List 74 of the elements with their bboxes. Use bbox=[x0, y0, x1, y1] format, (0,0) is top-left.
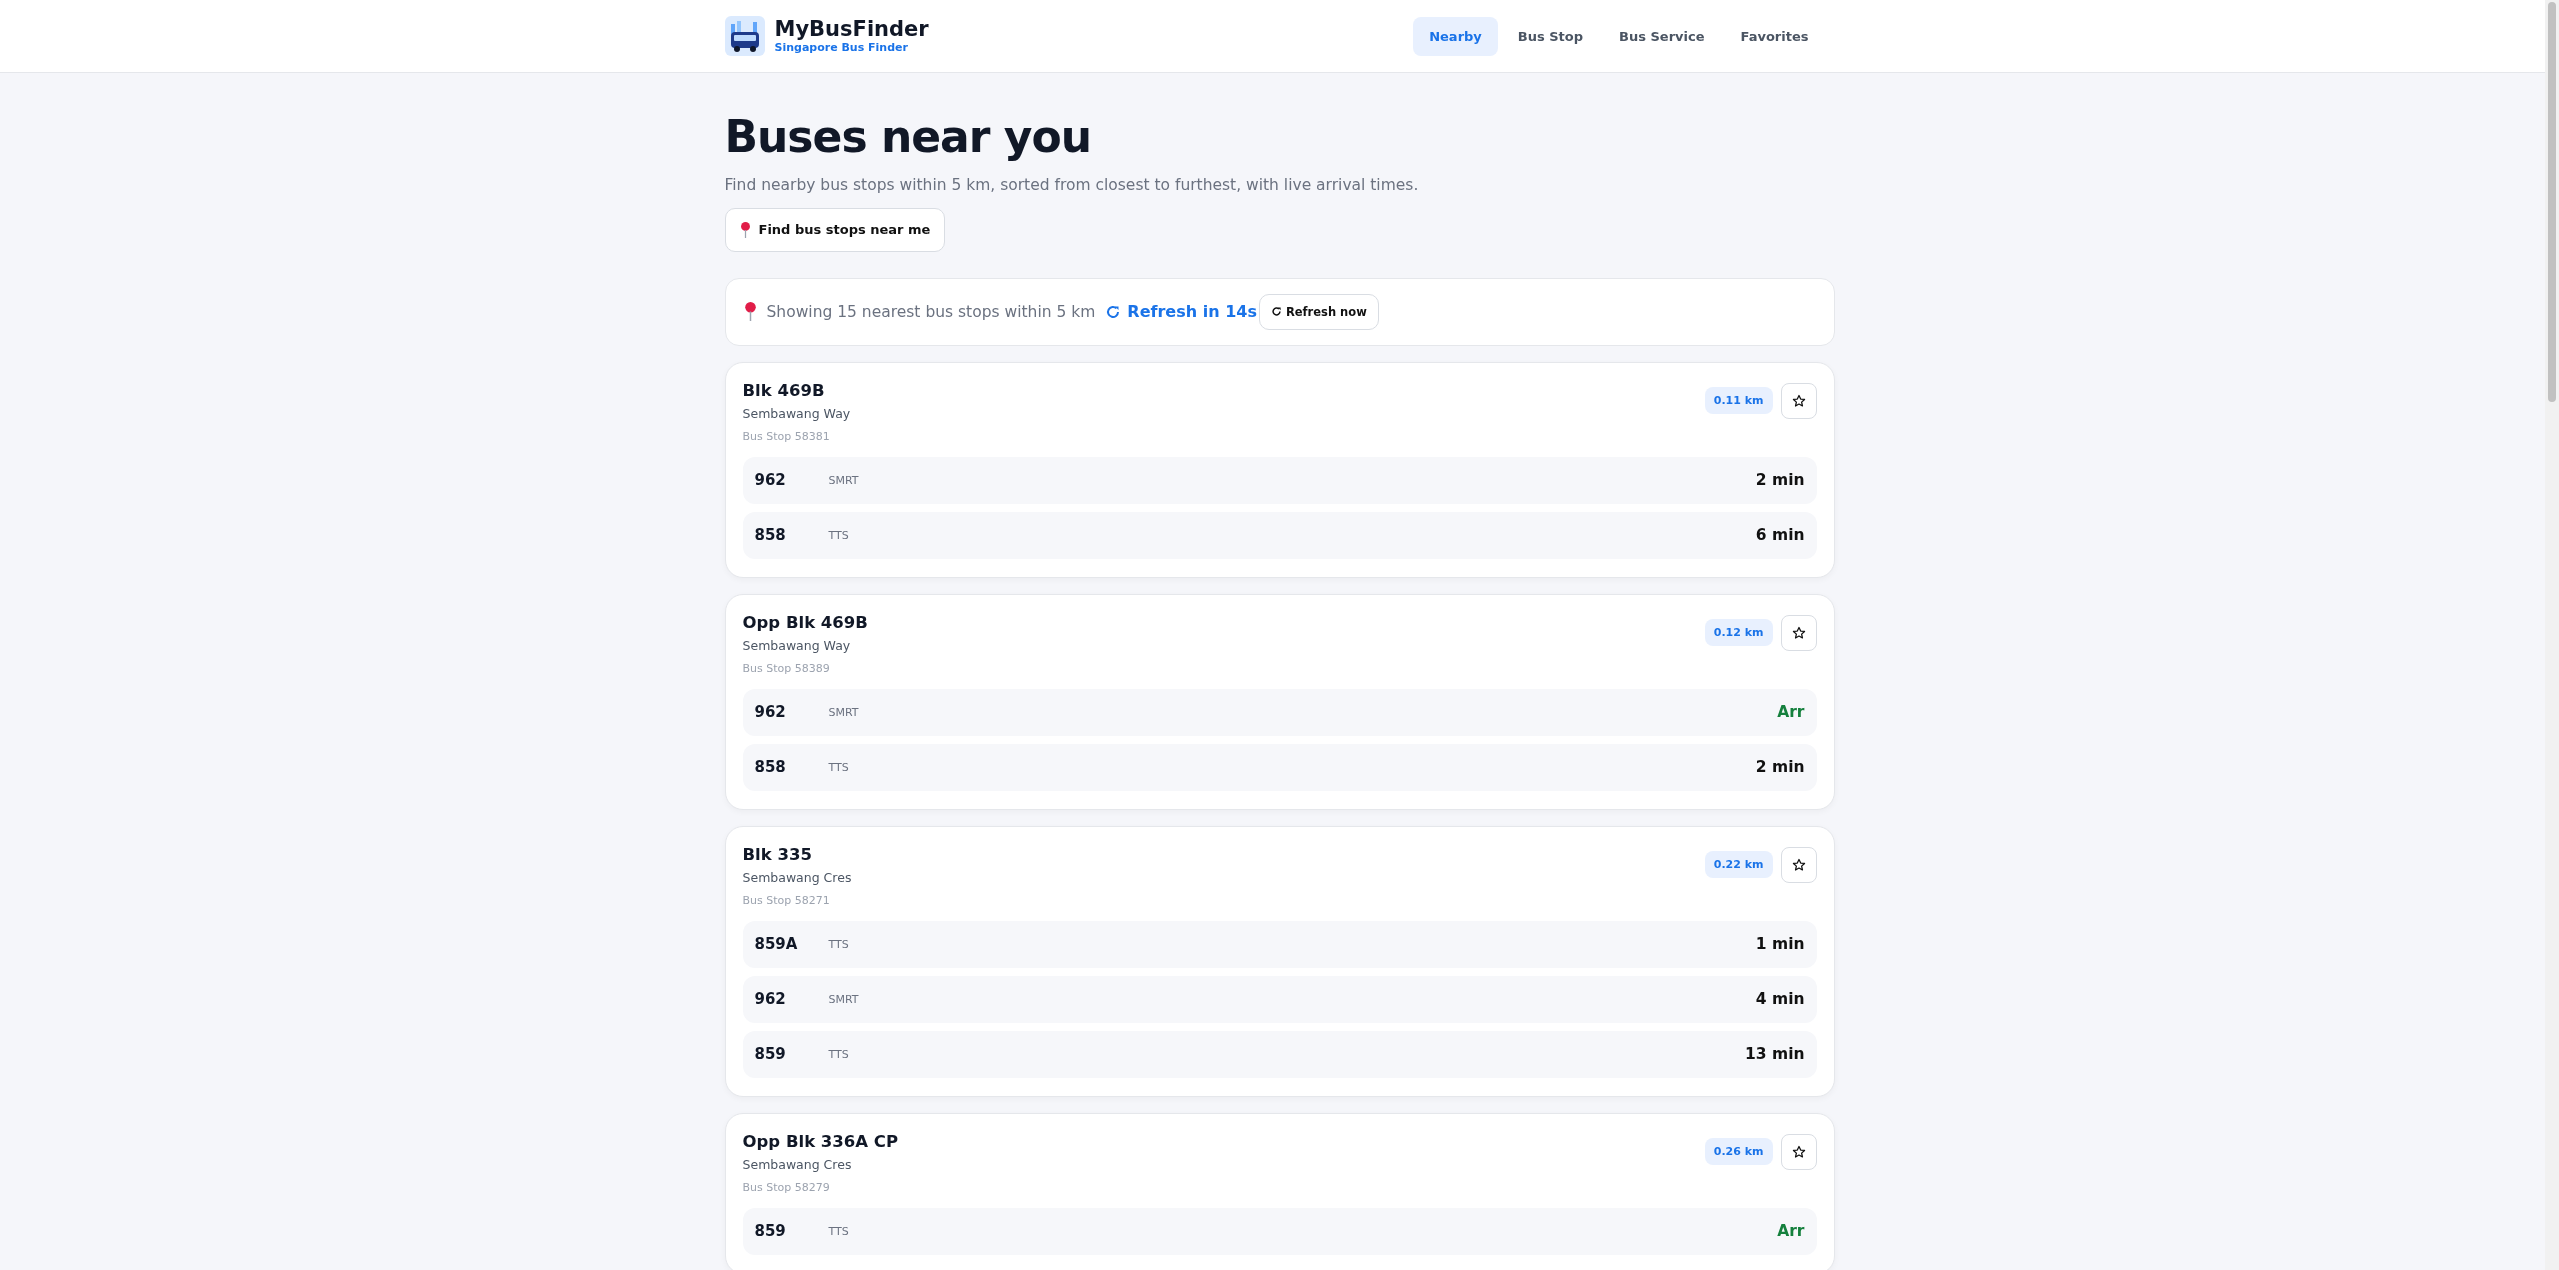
pin-icon bbox=[743, 302, 757, 322]
stop-code: Bus Stop 58271 bbox=[742, 893, 831, 907]
page-subtitle: Find nearby bus stops within 5 km, sorted from closest to furthest, with live arrival times. bbox=[724, 175, 1420, 194]
arrival-time: 2 min bbox=[1755, 758, 1805, 777]
service-operator: SMRT bbox=[828, 473, 860, 487]
stop-code: Bus Stop 58279 bbox=[742, 1180, 831, 1194]
nav-tab[interactable]: Bus Stop bbox=[1501, 16, 1600, 56]
distance-badge: 0.12 km bbox=[1704, 619, 1773, 647]
refresh-now-button[interactable]: Refresh now bbox=[1258, 293, 1379, 330]
refresh-countdown: Refresh in 14s bbox=[1127, 302, 1257, 322]
star-icon bbox=[1791, 857, 1806, 872]
service-row[interactable]: 859 TTS Arr bbox=[742, 1207, 1817, 1255]
favorite-button[interactable] bbox=[1780, 382, 1817, 419]
favorite-button[interactable] bbox=[1780, 1133, 1817, 1170]
service-operator: TTS bbox=[828, 1047, 850, 1061]
brand-tagline: Singapore Bus Finder bbox=[774, 41, 909, 55]
service-operator: TTS bbox=[828, 1224, 850, 1238]
service-number: 858 bbox=[754, 758, 787, 777]
stop-road: Sembawang Way bbox=[742, 637, 852, 653]
service-number: 962 bbox=[754, 990, 787, 1009]
service-row[interactable]: 962 SMRT 4 min bbox=[742, 975, 1817, 1023]
arrival-time: 6 min bbox=[1755, 526, 1805, 545]
brand-name[interactable]: MyBusFinder bbox=[774, 17, 929, 42]
service-operator: SMRT bbox=[828, 992, 860, 1006]
page-title: Buses near you bbox=[724, 111, 1092, 164]
status-text: Showing 15 nearest bus stops within 5 km bbox=[766, 302, 1096, 321]
service-number: 858 bbox=[754, 526, 787, 545]
pin-icon bbox=[739, 221, 751, 238]
arrival-time: Arr bbox=[1777, 703, 1805, 722]
service-number: 962 bbox=[754, 703, 787, 722]
service-row[interactable]: 859 TTS 13 min bbox=[742, 1030, 1817, 1078]
arrival-time: 13 min bbox=[1745, 1045, 1805, 1064]
service-number: 859 bbox=[754, 1045, 787, 1064]
favorite-button[interactable] bbox=[1780, 614, 1817, 651]
refresh-icon bbox=[1270, 306, 1282, 318]
stop-code: Bus Stop 58389 bbox=[742, 661, 831, 675]
service-operator: TTS bbox=[828, 528, 850, 542]
nav-tab[interactable]: Favorites bbox=[1724, 16, 1825, 56]
nav-tab[interactable]: Nearby bbox=[1413, 16, 1498, 56]
stop-name: Blk 335 bbox=[742, 844, 813, 864]
service-operator: SMRT bbox=[828, 705, 860, 719]
service-row[interactable]: 962 SMRT Arr bbox=[742, 688, 1817, 736]
distance-badge: 0.26 km bbox=[1704, 1138, 1773, 1166]
arrival-time: 2 min bbox=[1755, 471, 1805, 490]
distance-badge: 0.22 km bbox=[1704, 851, 1773, 879]
service-operator: TTS bbox=[828, 760, 850, 774]
stop-name: Blk 469B bbox=[742, 380, 826, 400]
star-icon bbox=[1791, 625, 1806, 640]
stop-road: Sembawang Cres bbox=[742, 1156, 853, 1172]
stop-road: Sembawang Way bbox=[742, 405, 851, 421]
service-operator: TTS bbox=[828, 937, 850, 951]
service-row[interactable]: 859A TTS 1 min bbox=[742, 920, 1817, 968]
star-icon bbox=[1791, 1144, 1806, 1159]
stop-code: Bus Stop 58381 bbox=[742, 429, 831, 443]
arrival-time: 4 min bbox=[1755, 990, 1805, 1009]
stop-name: Opp Blk 336A CP bbox=[742, 1131, 898, 1151]
stop-road: Sembawang Cres bbox=[742, 869, 852, 885]
arrival-time: Arr bbox=[1777, 1222, 1805, 1241]
stop-name: Opp Blk 469B bbox=[742, 612, 868, 632]
arrival-time: 1 min bbox=[1755, 935, 1805, 954]
service-row[interactable]: 858 TTS 6 min bbox=[742, 511, 1817, 559]
nav-tab[interactable]: Bus Service bbox=[1603, 16, 1721, 56]
find-stops-button[interactable]: Find bus stops near me bbox=[724, 207, 946, 252]
distance-badge: 0.11 km bbox=[1704, 387, 1773, 415]
star-icon bbox=[1791, 393, 1806, 408]
service-number: 962 bbox=[754, 471, 787, 490]
refresh-icon bbox=[1105, 303, 1122, 320]
scrollbar[interactable] bbox=[2545, 0, 2559, 1270]
service-row[interactable]: 858 TTS 2 min bbox=[742, 743, 1817, 791]
service-row[interactable]: 962 SMRT 2 min bbox=[742, 456, 1817, 504]
service-number: 859A bbox=[754, 935, 799, 954]
bus-logo-icon bbox=[724, 16, 765, 56]
favorite-button[interactable] bbox=[1780, 846, 1817, 883]
service-number: 859 bbox=[754, 1222, 787, 1241]
